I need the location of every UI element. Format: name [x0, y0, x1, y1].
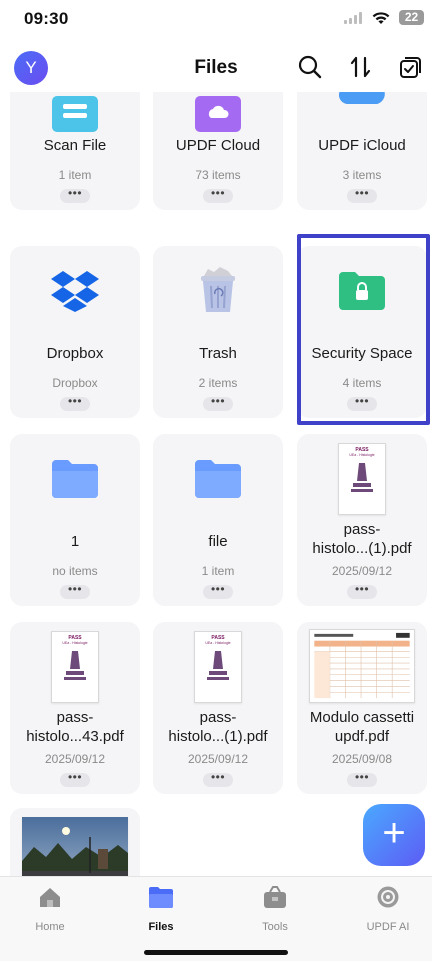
more-button[interactable]: •••	[203, 187, 233, 203]
card-sub: 2025/09/08	[331, 752, 393, 766]
card-sub: 73 items	[195, 168, 241, 182]
microscope-icon	[64, 651, 86, 680]
more-button[interactable]: •••	[60, 771, 90, 787]
photo-thumbnail	[22, 817, 128, 876]
tools-icon	[264, 886, 286, 908]
pdf-thumbnail: PASS UEa - Histologie	[194, 631, 242, 703]
microscope-icon	[351, 463, 373, 492]
card-sub: 4 items	[342, 376, 382, 390]
status-time: 09:30	[24, 9, 69, 28]
more-button[interactable]: •••	[60, 583, 90, 599]
card-name: pass-histolo...(1).pdf	[168, 709, 268, 745]
more-button[interactable]: •••	[60, 187, 90, 203]
folder-icon	[195, 460, 241, 498]
ai-icon	[377, 886, 399, 908]
tab-label: Tools	[262, 921, 288, 933]
folder-icon	[52, 460, 98, 498]
microscope-icon	[207, 651, 229, 680]
card-name: UPDF iCloud	[318, 137, 406, 154]
card-name: Modulo cassetti updf.pdf	[309, 709, 415, 745]
tab-label: UPDF AI	[366, 921, 410, 933]
card-pdf-pass-histolo-1b[interactable]: PASS UEa - Histologie pass-histolo...(1)…	[153, 622, 283, 794]
tab-updf-ai[interactable]: UPDF AI	[338, 885, 432, 933]
card-security-space[interactable]: Security Space 4 items •••	[297, 246, 427, 418]
tab-files[interactable]: Files	[111, 885, 211, 933]
home-indicator	[144, 950, 288, 955]
card-name: pass-histolo...(1).pdf	[312, 521, 412, 557]
header: Y Files	[0, 44, 432, 92]
card-pdf-pass-histolo-1[interactable]: PASS UEa - Histologie pass-histolo...(1)…	[297, 434, 427, 606]
folder-cloud-icon	[195, 96, 241, 132]
signal-icon	[344, 12, 362, 24]
card-name: Security Space	[311, 345, 413, 362]
pdf-thumbnail: PASS UEa - Histologie	[338, 443, 386, 515]
more-button[interactable]: •••	[203, 771, 233, 787]
card-name: UPDF Cloud	[175, 137, 261, 154]
select-icon[interactable]	[398, 54, 424, 80]
more-button[interactable]: •••	[60, 395, 90, 411]
tab-label: Files	[148, 921, 174, 933]
card-name: Dropbox	[46, 345, 104, 362]
home-icon	[40, 888, 60, 907]
card-dropbox[interactable]: Dropbox Dropbox •••	[10, 246, 140, 418]
card-name: 1	[70, 533, 80, 550]
card-scan-file[interactable]: Scan File 1 item •••	[10, 92, 140, 210]
file-grid: Scan File 1 item ••• UPDF Cloud 73 items…	[0, 92, 432, 876]
battery-icon: 22	[399, 10, 424, 25]
card-sub: Dropbox	[52, 376, 98, 390]
spreadsheet-thumbnail	[309, 629, 415, 703]
card-name: Trash	[199, 345, 237, 362]
lock-folder-icon	[339, 272, 385, 310]
card-sub: 3 items	[342, 168, 382, 182]
card-pdf-pass-histolo-43[interactable]: PASS UEa - Histologie pass-histolo...43.…	[10, 622, 140, 794]
status-bar: 09:30 22	[0, 0, 432, 40]
card-sub: no items	[52, 564, 98, 578]
trash-icon	[201, 267, 235, 312]
card-sub: 1 item	[58, 168, 92, 182]
files-icon	[149, 887, 173, 908]
tab-bar: Home Files Tools UPDF AI	[0, 876, 432, 961]
card-sub: 1 item	[201, 564, 235, 578]
search-icon[interactable]	[297, 54, 323, 80]
card-pdf-modulo-cassetti[interactable]: Modulo cassetti updf.pdf 2025/09/08 •••	[297, 622, 427, 794]
card-name: pass-histolo...43.pdf	[26, 709, 124, 745]
more-button[interactable]: •••	[347, 187, 377, 203]
pdf-thumbnail: PASS UEa - Histologie	[51, 631, 99, 703]
card-updf-icloud[interactable]: UPDF iCloud 3 items •••	[297, 92, 427, 210]
sort-icon[interactable]	[348, 54, 374, 80]
dropbox-icon	[51, 271, 99, 312]
card-name: Scan File	[43, 137, 107, 154]
card-trash[interactable]: Trash 2 items •••	[153, 246, 283, 418]
card-photo[interactable]	[10, 808, 140, 876]
card-folder-1[interactable]: 1 no items •••	[10, 434, 140, 606]
wifi-icon	[372, 12, 390, 24]
more-button[interactable]: •••	[347, 771, 377, 787]
card-sub: 2025/09/12	[44, 752, 106, 766]
tab-tools[interactable]: Tools	[225, 885, 325, 933]
more-button[interactable]: •••	[203, 395, 233, 411]
card-sub: 2025/09/12	[187, 752, 249, 766]
card-name: file	[208, 533, 228, 550]
tab-home[interactable]: Home	[0, 885, 100, 933]
card-sub: 2 items	[198, 376, 238, 390]
more-button[interactable]: •••	[347, 395, 377, 411]
icloud-icon	[339, 92, 385, 104]
folder-scan-icon	[52, 96, 98, 132]
card-folder-file[interactable]: file 1 item •••	[153, 434, 283, 606]
tab-label: Home	[35, 921, 65, 933]
card-updf-cloud[interactable]: UPDF Cloud 73 items •••	[153, 92, 283, 210]
more-button[interactable]: •••	[203, 583, 233, 599]
add-button[interactable]: +	[363, 804, 425, 866]
card-sub: 2025/09/12	[331, 564, 393, 578]
more-button[interactable]: •••	[347, 583, 377, 599]
